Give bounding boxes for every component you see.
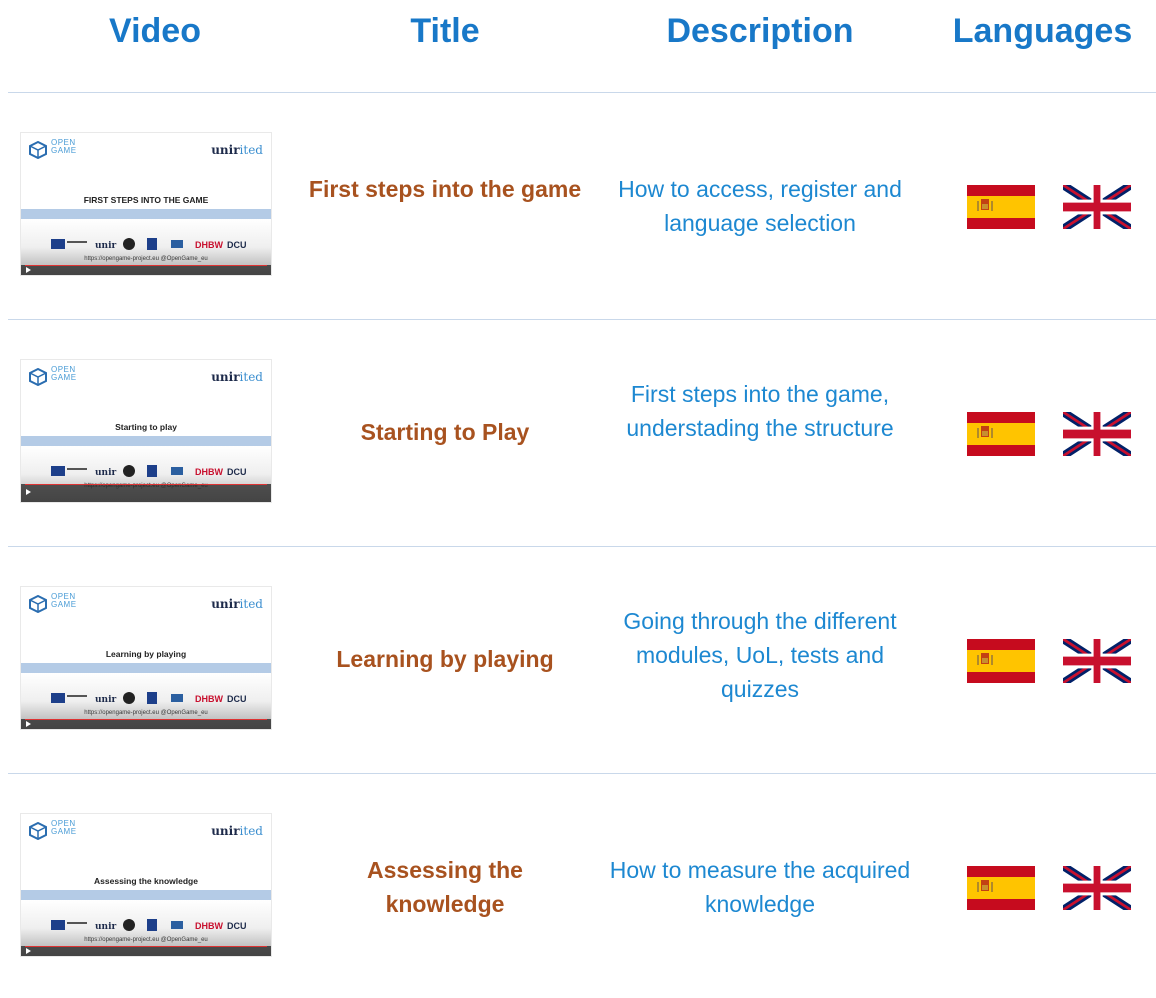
opengame-logo-icon <box>29 141 47 159</box>
video-description: How to measure the acquired knowledge <box>609 857 911 917</box>
video-controls[interactable] <box>21 719 271 729</box>
uk-flag-icon[interactable] <box>1063 412 1131 456</box>
play-icon[interactable] <box>26 948 31 954</box>
opengame-logo-icon <box>29 822 47 840</box>
video-thumbnail[interactable]: OPEN GAME unirited FIRST STEPS INTO THE G… <box>20 132 272 276</box>
play-icon[interactable] <box>26 267 31 273</box>
unirited-logo: unirited <box>211 370 263 384</box>
opengame-logo-text: OPEN GAME <box>51 365 77 382</box>
partner-logos: unir DHBW DCU <box>51 238 247 251</box>
es-flag-icon[interactable] <box>967 412 1035 456</box>
partner-logos: unir DHBW DCU <box>51 919 247 932</box>
thumbnail-title: Assessing the knowledge <box>94 876 198 886</box>
thumbnail-title: FIRST STEPS INTO THE GAME <box>83 195 209 205</box>
opengame-logo-icon <box>29 368 47 386</box>
video-title: Starting to Play <box>360 419 530 445</box>
svg-text:unir: unir <box>95 695 117 705</box>
table-row: OPEN GAME unirited Starting to play unir D… <box>0 319 1156 545</box>
thumbnail-band <box>21 436 271 446</box>
thumbnail-band <box>21 209 271 219</box>
svg-text:unir: unir <box>95 468 117 478</box>
opengame-logo-text: OPEN GAME <box>51 138 77 155</box>
video-title: First steps into the game <box>308 176 582 202</box>
video-description: How to access, register and language sel… <box>618 176 902 236</box>
play-icon[interactable] <box>26 489 31 495</box>
video-controls[interactable] <box>21 265 271 275</box>
unirited-logo: unirited <box>211 597 263 611</box>
thumbnail-title: Starting to play <box>115 422 177 432</box>
es-flag-icon[interactable] <box>967 866 1035 910</box>
es-flag-icon[interactable] <box>967 639 1035 683</box>
opengame-logo-icon <box>29 595 47 613</box>
table-row: OPEN GAME unirited Assessing the knowledg… <box>0 773 1156 998</box>
unirited-logo: unirited <box>211 824 263 838</box>
play-icon[interactable] <box>26 721 31 727</box>
table-row: OPEN GAME unirited FIRST STEPS INTO THE G… <box>0 92 1156 318</box>
opengame-logo-text: OPEN GAME <box>51 592 77 609</box>
thumbnail-url: https://opengame-project.eu @OpenGame_eu <box>84 256 208 262</box>
svg-text:DCU: DCU <box>227 240 247 250</box>
header-title: Title <box>410 12 480 50</box>
svg-text:DHBW: DHBW <box>195 921 223 931</box>
partner-logos: unir DHBW DCU <box>51 692 247 705</box>
thumbnail-url: https://opengame-project.eu @OpenGame_eu <box>84 710 208 716</box>
es-flag-icon[interactable] <box>967 185 1035 229</box>
video-title: Learning by playing <box>336 646 554 672</box>
video-thumbnail[interactable]: OPEN GAME unirited Starting to play unir D… <box>20 359 272 503</box>
opengame-logo-text: OPEN GAME <box>51 819 77 836</box>
uk-flag-icon[interactable] <box>1063 185 1131 229</box>
svg-text:unir: unir <box>95 241 117 251</box>
svg-text:DCU: DCU <box>227 694 247 704</box>
svg-text:DHBW: DHBW <box>195 694 223 704</box>
table-header: Video Title Description Languages <box>0 0 1156 92</box>
video-controls[interactable] <box>21 484 271 502</box>
video-thumbnail[interactable]: OPEN GAME unirited Assessing the knowledg… <box>20 813 272 957</box>
svg-text:DCU: DCU <box>227 467 247 477</box>
video-title: Assessing the knowledge <box>367 857 523 917</box>
header-video: Video <box>109 12 201 50</box>
svg-text:DHBW: DHBW <box>195 467 223 477</box>
partner-logos: unir DHBW DCU <box>51 465 247 478</box>
header-languages: Languages <box>952 12 1133 50</box>
thumbnail-title: Learning by playing <box>105 649 187 659</box>
thumbnail-url: https://opengame-project.eu @OpenGame_eu <box>84 937 208 943</box>
video-thumbnail[interactable]: OPEN GAME unirited Learning by playing un… <box>20 586 272 730</box>
thumbnail-band <box>21 890 271 900</box>
svg-text:unir: unir <box>95 922 117 932</box>
svg-text:DCU: DCU <box>227 921 247 931</box>
thumbnail-band <box>21 663 271 673</box>
unirited-logo: unirited <box>211 143 263 157</box>
header-description: Description <box>666 12 854 50</box>
uk-flag-icon[interactable] <box>1063 639 1131 683</box>
svg-text:DHBW: DHBW <box>195 240 223 250</box>
video-description: Going through the different modules, UoL… <box>623 608 897 702</box>
video-controls[interactable] <box>21 946 271 956</box>
uk-flag-icon[interactable] <box>1063 866 1131 910</box>
video-description: First steps into the game, understading … <box>626 381 894 441</box>
table-row: OPEN GAME unirited Learning by playing un… <box>0 546 1156 772</box>
